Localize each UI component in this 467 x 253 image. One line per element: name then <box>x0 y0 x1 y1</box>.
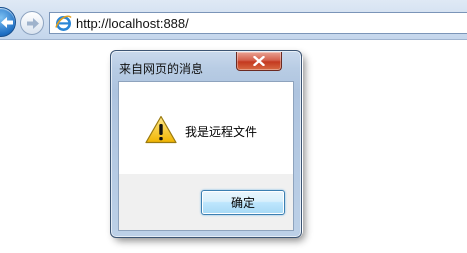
back-button[interactable] <box>0 7 16 37</box>
alert-dialog: 来自网页的消息 我是远程文件 确定 <box>110 50 302 238</box>
address-bar[interactable]: http://localhost:888/ <box>49 12 467 34</box>
close-button[interactable] <box>236 52 282 71</box>
back-arrow-icon <box>1 17 13 28</box>
browser-navigation-bar: http://localhost:888/ <box>0 0 467 40</box>
address-url: http://localhost:888/ <box>76 16 189 31</box>
dialog-title: 来自网页的消息 <box>119 62 204 76</box>
dialog-body: 我是远程文件 确定 <box>118 81 294 231</box>
ok-button[interactable]: 确定 <box>201 190 285 215</box>
message-area: 我是远程文件 <box>119 82 293 174</box>
forward-button[interactable] <box>20 11 44 35</box>
dialog-message: 我是远程文件 <box>185 125 258 139</box>
forward-arrow-icon <box>27 18 39 29</box>
warning-icon <box>145 115 177 144</box>
internet-explorer-icon <box>55 15 72 31</box>
close-icon <box>253 56 265 66</box>
screen: http://localhost:888/ 来自网页的消息 我是远程文件 确定 <box>0 0 467 253</box>
